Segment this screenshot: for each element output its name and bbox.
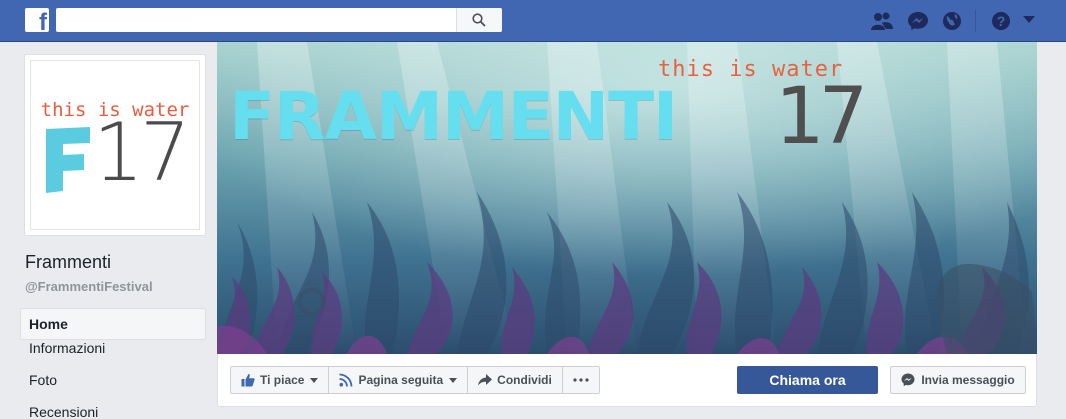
more-options-button[interactable] bbox=[561, 366, 600, 394]
cover-title: FRAMMENTI bbox=[229, 78, 678, 155]
send-message-button[interactable]: Invia messaggio bbox=[890, 366, 1026, 394]
follow-button[interactable]: Pagina seguita bbox=[328, 366, 469, 394]
send-message-label: Invia messaggio bbox=[921, 373, 1015, 387]
notifications-globe-icon[interactable] bbox=[941, 11, 963, 31]
facebook-logo-letter: f bbox=[39, 9, 47, 33]
call-now-button[interactable]: Chiama ora bbox=[737, 366, 878, 394]
more-dots-icon bbox=[573, 378, 589, 382]
nav-item-informazioni[interactable]: Informazioni bbox=[20, 340, 206, 372]
search-icon bbox=[472, 13, 486, 27]
thumbs-up-icon bbox=[241, 374, 255, 387]
nav-item-recensioni[interactable]: Recensioni bbox=[20, 404, 206, 419]
cover-photo[interactable]: this is water FRAMMENTI 17 bbox=[217, 42, 1037, 354]
messenger-icon bbox=[901, 373, 915, 387]
share-arrow-icon bbox=[478, 374, 493, 386]
help-icon[interactable]: ? bbox=[990, 11, 1012, 31]
page-actions-group: Ti piace Pagina seguita Condividi bbox=[230, 366, 600, 394]
nav-item-home[interactable]: Home bbox=[20, 308, 206, 340]
nav-item-foto[interactable]: Foto bbox=[20, 372, 206, 404]
page-navigation: Home Informazioni Foto Recensioni bbox=[20, 308, 206, 419]
page-title[interactable]: Frammenti bbox=[25, 252, 111, 273]
rss-follow-icon bbox=[339, 373, 353, 387]
share-button[interactable]: Condividi bbox=[467, 366, 563, 394]
page-action-bar: Ti piace Pagina seguita Condividi Chiama… bbox=[217, 354, 1037, 407]
follow-label: Pagina seguita bbox=[358, 373, 444, 387]
page-handle[interactable]: @FrammentiFestival bbox=[25, 279, 153, 294]
search-input[interactable] bbox=[56, 8, 452, 32]
share-label: Condividi bbox=[497, 373, 552, 387]
like-button[interactable]: Ti piace bbox=[230, 366, 330, 394]
account-menu-caret-icon[interactable] bbox=[1022, 15, 1036, 25]
topbar-divider bbox=[975, 10, 976, 32]
cover-number: 17 bbox=[775, 72, 868, 162]
search-box bbox=[56, 8, 502, 32]
profile-number: 17 bbox=[93, 106, 191, 199]
like-dropdown-caret-icon bbox=[310, 377, 319, 383]
profile-picture-card[interactable]: this is water 17 bbox=[24, 54, 206, 236]
top-navigation-bar: f ? bbox=[0, 0, 1066, 42]
follow-dropdown-caret-icon bbox=[449, 377, 458, 383]
search-button[interactable] bbox=[456, 8, 502, 32]
svg-text:?: ? bbox=[997, 13, 1006, 29]
friend-requests-icon[interactable] bbox=[871, 11, 893, 31]
profile-f-logo-icon bbox=[46, 127, 90, 193]
profile-picture: this is water 17 bbox=[30, 60, 200, 230]
messenger-icon[interactable] bbox=[907, 11, 929, 31]
facebook-logo-icon[interactable]: f bbox=[25, 8, 49, 32]
like-label: Ti piace bbox=[260, 373, 305, 387]
